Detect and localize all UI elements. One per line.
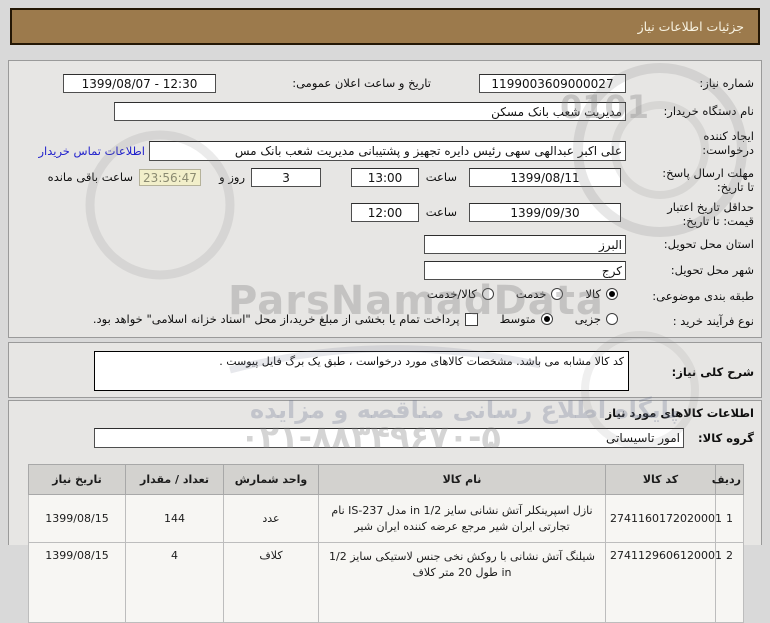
page-title: جزئیات اطلاعات نیاز [637,19,744,34]
province-label: استان محل تحویل: [663,237,754,251]
need-number-value: 1199003609000027 [491,76,614,91]
cell-item-name: شیلنگ آتش نشانی با روکش نخی جنس لاستیکی … [318,542,606,623]
announce-datetime-value: 1399/08/07 - 12:30 [81,76,198,91]
creator-field[interactable]: علی اکبر عبدالهی سهی رئیس دایره تجهیز و … [149,141,626,161]
need-number-field[interactable]: 1199003609000027 [479,74,626,93]
table-row: 1 2741160172020001 نازل اسپرینکلر آتش نش… [28,494,744,543]
item-group-field[interactable]: امور تاسیساتی [94,428,684,448]
items-table-wrapper: ردیف کد کالا نام کالا واحد شمارش تعداد /… [28,464,744,623]
col-header-item-name: نام کالا [318,464,606,495]
buyer-org-value: مدیریت شعب بانک مسکن [491,104,622,119]
price-validity-label-line2: قیمت: تا تاریخ: [682,214,754,228]
creator-label: ایجاد کننده درخواست: [702,129,754,157]
buyer-org-label: نام دستگاه خریدار: [663,104,754,118]
items-table-header-row: ردیف کد کالا نام کالا واحد شمارش تعداد /… [28,464,744,495]
page-title-bar: جزئیات اطلاعات نیاز [10,8,760,45]
description-label: شرح کلی نیاز: [671,365,754,379]
radio-goods[interactable] [606,288,618,300]
days-and-label: روز و [219,170,245,184]
need-details-page: 0101 ParsNamadData پایگاه اطلاع رسانی من… [0,0,770,623]
price-validity-date-field[interactable]: 1399/09/30 [469,203,621,222]
need-info-panel: شماره نیاز: 1199003609000027 تاریخ و ساع… [8,60,762,338]
countdown-timer: 23:56:47 [139,169,201,186]
remaining-days-field[interactable]: 3 [251,168,321,187]
items-table: ردیف کد کالا نام کالا واحد شمارش تعداد /… [28,464,744,623]
classification-radio-group: کالا خدمت کالا/خدمت [427,287,618,301]
col-header-row-number: ردیف [712,464,744,495]
announce-datetime-field[interactable]: 1399/08/07 - 12:30 [63,74,216,93]
buyer-contact-link[interactable]: اطلاعات تماس خریدار [38,144,145,158]
creator-value: علی اکبر عبدالهی سهی رئیس دایره تجهیز و … [234,144,622,158]
deadline-label-line1: مهلت ارسال پاسخ: [662,166,754,180]
cell-quantity: 144 [125,494,224,543]
table-row: 2 2741129606120001 شیلنگ آتش نشانی با رو… [28,542,744,623]
treasury-checkbox[interactable] [464,312,478,326]
city-value: کرج [601,263,622,278]
deadline-hour-label: ساعت [425,170,457,184]
price-validity-label: حداقل تاریخ اعتبار قیمت: تا تاریخ: [667,200,754,228]
radio-medium[interactable] [540,313,553,325]
col-header-need-date: تاریخ نیاز [28,464,126,495]
description-value: کد کالا مشابه می باشد. مشخصات کالاهای مو… [219,355,624,368]
price-validity-time-value: 12:00 [367,205,403,220]
col-header-unit: واحد شمارش [223,464,319,495]
deadline-date-field[interactable]: 1399/08/11 [469,168,621,187]
cell-need-date: 1399/08/15 [28,542,126,623]
price-validity-hour-label: ساعت [425,205,457,219]
col-header-item-code: کد کالا [605,464,716,495]
deadline-time-field[interactable]: 13:00 [351,168,419,187]
radio-partial-label: جزیی [574,312,601,326]
cell-item-code: 2741129606120001 [605,542,722,623]
creator-label-line2: درخواست: [702,143,754,157]
announce-datetime-label: تاریخ و ساعت اعلان عمومی: [292,76,431,90]
cell-need-date: 1399/08/15 [28,494,126,543]
radio-medium-label: متوسط [499,312,536,326]
treasury-checkbox-label: پرداخت تمام یا بخشی از مبلغ خرید،از محل … [92,312,460,326]
creator-label-line1: ایجاد کننده [703,129,754,143]
radio-goods-service-label: کالا/خدمت [426,287,477,301]
cell-item-code: 2741160172020001 [605,494,722,543]
radio-goods-service[interactable] [481,288,494,300]
deadline-time-value: 13:00 [367,170,403,185]
radio-partial[interactable] [606,313,618,325]
price-validity-date-value: 1399/09/30 [510,205,580,220]
col-header-quantity: تعداد / مقدار [125,464,224,495]
remaining-days-value: 3 [282,170,290,185]
deadline-label-line2: تا تاریخ: [716,180,754,194]
process-type-group: جزیی متوسط پرداخت تمام یا بخشی از مبلغ خ… [93,312,618,326]
items-section-header: اطلاعات کالاهای مورد نیاز [605,406,754,420]
deadline-label: مهلت ارسال پاسخ: تا تاریخ: [662,166,754,194]
radio-goods-label: کالا [585,287,601,301]
province-value: البرز [598,237,622,252]
buyer-org-field[interactable]: مدیریت شعب بانک مسکن [114,102,626,121]
cell-quantity: 4 [125,542,224,623]
deadline-date-value: 1399/08/11 [510,170,580,185]
classification-label: طبقه بندی موضوعی: [652,289,754,303]
cell-unit: عدد [223,494,319,543]
item-group-value: امور تاسیساتی [606,431,680,445]
cell-item-name: نازل اسپرینکلر آتش نشانی سایز 1/2 in مدل… [318,494,606,543]
cell-unit: کلاف [223,542,319,623]
item-group-label: گروه کالا: [698,431,754,445]
required-items-panel: اطلاعات کالاهای مورد نیاز گروه کالا: امو… [8,400,762,623]
process-type-label: نوع فرآیند خرید : [672,314,754,328]
countdown-value: 23:56:47 [143,170,197,185]
hours-remaining-label: ساعت باقی مانده [47,170,133,184]
province-field[interactable]: البرز [424,235,626,254]
radio-service-label: خدمت [515,287,547,301]
price-validity-time-field[interactable]: 12:00 [351,203,419,222]
radio-service[interactable] [551,288,564,300]
general-description-panel: شرح کلی نیاز: کد کالا مشابه می باشد. مشخ… [8,342,762,398]
description-field[interactable]: کد کالا مشابه می باشد. مشخصات کالاهای مو… [94,351,629,391]
need-number-label: شماره نیاز: [699,76,754,90]
city-label: شهر محل تحویل: [670,263,754,277]
city-field[interactable]: کرج [424,261,626,280]
price-validity-label-line1: حداقل تاریخ اعتبار [667,200,754,214]
